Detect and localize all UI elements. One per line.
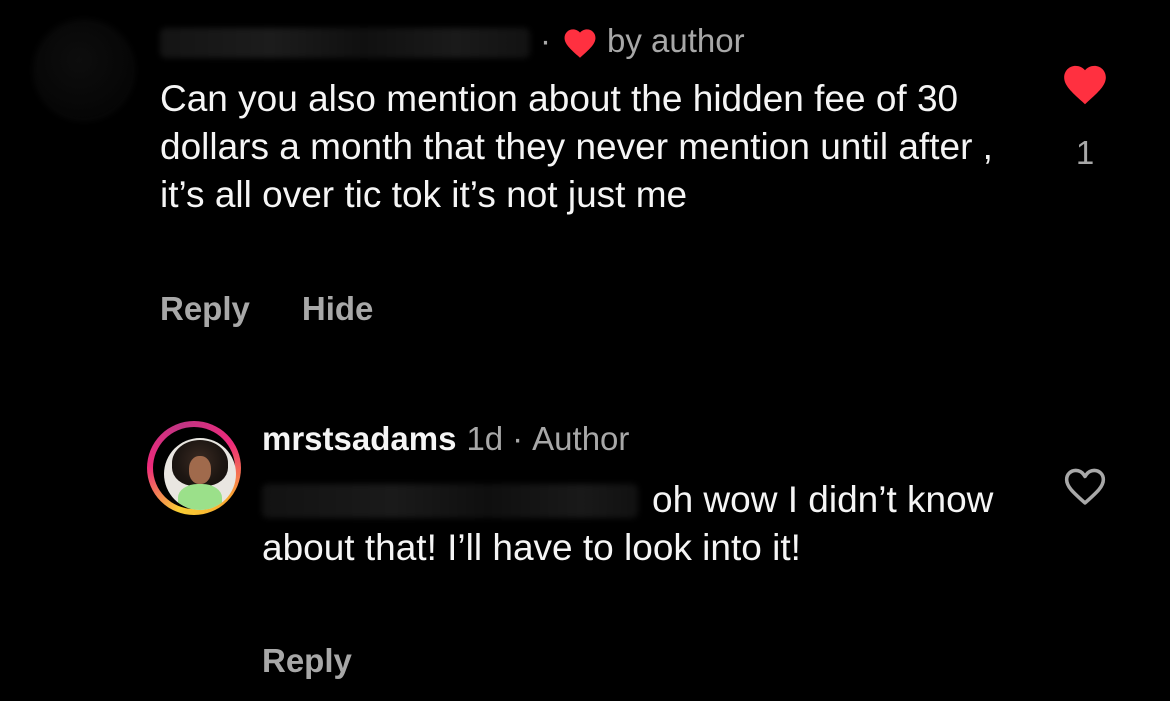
reply-header: mrstsadams 1d · Author <box>262 418 629 460</box>
like-count[interactable]: 1 <box>1060 134 1110 172</box>
comment-actions: Reply Hide <box>160 290 373 328</box>
hide-button[interactable]: Hide <box>302 290 374 328</box>
avatar-photo <box>164 438 236 510</box>
avatar-shirt <box>178 484 222 510</box>
comment-text: Can you also mention about the hidden fe… <box>160 78 993 215</box>
avatar-ring-gap <box>153 427 236 510</box>
reply-button[interactable]: Reply <box>262 642 352 679</box>
meta-separator: · <box>512 420 524 457</box>
commenter-username-blurred[interactable] <box>160 28 530 58</box>
meta-separator: · <box>540 22 551 59</box>
avatar-face <box>189 456 211 484</box>
heart-filled-icon[interactable] <box>1060 60 1110 106</box>
liked-by-author-label: by author <box>607 22 745 59</box>
reply-username[interactable]: mrstsadams <box>262 420 456 458</box>
reply-button[interactable]: Reply <box>160 290 250 328</box>
reply-actions: Reply <box>262 642 352 680</box>
mention-blurred[interactable] <box>262 484 638 518</box>
author-badge: Author <box>532 420 630 457</box>
reply-timestamp: 1d <box>466 420 504 457</box>
heart-outline-icon[interactable] <box>1060 462 1110 508</box>
reply-text-block: oh wow I didn’t know about that! I’ll ha… <box>262 476 1052 572</box>
author-avatar[interactable] <box>147 421 241 515</box>
heart-filled-icon <box>564 29 596 58</box>
comment-header: · by author <box>160 20 745 62</box>
commenter-avatar[interactable] <box>36 22 132 118</box>
